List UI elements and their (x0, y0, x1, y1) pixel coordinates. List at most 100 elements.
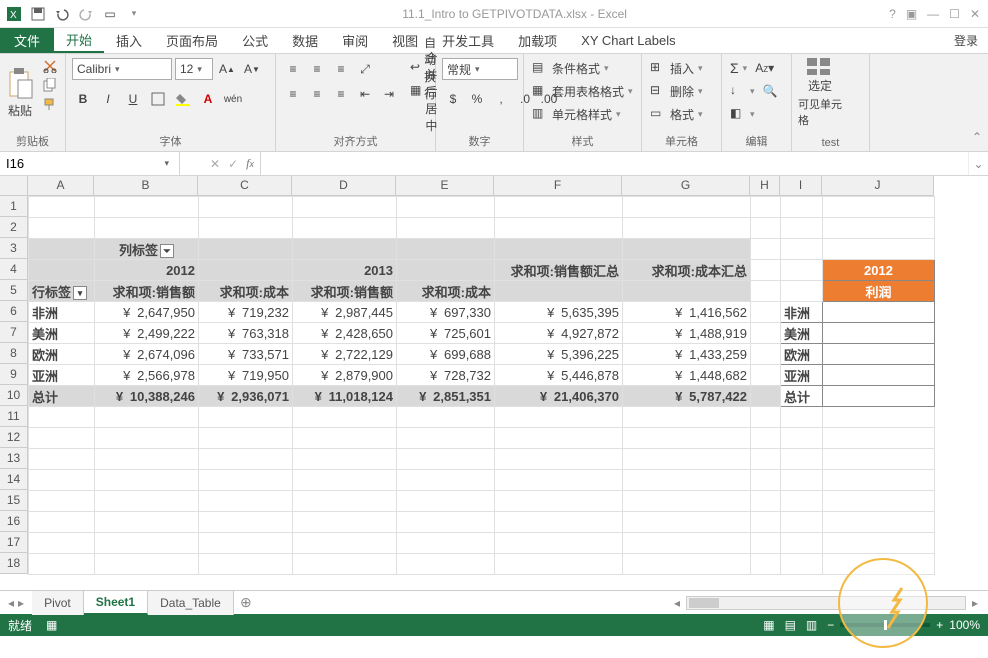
row-header-8[interactable]: 8 (0, 343, 28, 364)
underline-button[interactable]: U (122, 88, 144, 110)
row-header-10[interactable]: 10 (0, 385, 28, 406)
row-header-6[interactable]: 6 (0, 301, 28, 322)
row-header-18[interactable]: 18 (0, 553, 28, 574)
delete-cells-button[interactable]: ⊟删除▾ (648, 81, 705, 101)
zoom-thumb[interactable] (884, 620, 887, 630)
row-header-11[interactable]: 11 (0, 406, 28, 427)
minimize-icon[interactable]: — (927, 7, 939, 21)
row-header-3[interactable]: 3 (0, 238, 28, 259)
align-left-button[interactable]: ≡ (282, 83, 304, 105)
scroll-left-icon[interactable]: ◂ (674, 596, 680, 610)
grow-font-button[interactable]: A▲ (216, 58, 238, 80)
copy-icon[interactable] (41, 77, 59, 93)
percent-button[interactable]: % (466, 88, 488, 110)
shrink-font-button[interactable]: A▼ (241, 58, 263, 80)
table-format-button[interactable]: ▦套用表格格式▾ (530, 81, 635, 101)
fx-icon[interactable]: fx (246, 156, 254, 171)
name-box-input[interactable] (6, 156, 160, 171)
col-header-A[interactable]: A (28, 176, 94, 196)
border-button[interactable] (147, 88, 169, 110)
maximize-icon[interactable]: ☐ (949, 7, 960, 21)
row-header-5[interactable]: 5 (0, 280, 28, 301)
cell-style-button[interactable]: ▥单元格样式▾ (530, 104, 635, 124)
zoom-slider[interactable] (840, 623, 930, 627)
zoom-in-icon[interactable]: + (936, 618, 943, 632)
sheet-tab-datatable[interactable]: Data_Table (148, 591, 234, 615)
align-top-button[interactable]: ≡ (282, 58, 304, 80)
autosum-button[interactable]: Σ▾ AZ▾ (728, 58, 779, 78)
tab-xychart[interactable]: XY Chart Labels (569, 28, 687, 53)
col-header-D[interactable]: D (292, 176, 396, 196)
col-header-J[interactable]: J (822, 176, 934, 196)
pagelayout-view-icon[interactable]: ▤ (785, 618, 796, 632)
row-header-13[interactable]: 13 (0, 448, 28, 469)
bold-button[interactable]: B (72, 88, 94, 110)
sheet-tab-pivot[interactable]: Pivot (32, 591, 84, 615)
row-header-2[interactable]: 2 (0, 217, 28, 238)
tab-pagelayout[interactable]: 页面布局 (154, 28, 230, 53)
orientation-button[interactable]: ⤢ (354, 58, 376, 80)
scroll-right-icon[interactable]: ▸ (972, 596, 978, 610)
italic-button[interactable]: I (97, 88, 119, 110)
cut-icon[interactable] (41, 58, 59, 74)
zoom-out-icon[interactable]: − (827, 618, 834, 632)
currency-button[interactable]: $ (442, 88, 464, 110)
align-center-button[interactable]: ≡ (306, 83, 328, 105)
formula-input[interactable] (261, 152, 968, 175)
col-header-E[interactable]: E (396, 176, 494, 196)
worksheet-grid[interactable]: ABCDEFGHIJ 123456789101112131415161718 列… (0, 176, 988, 590)
row-header-4[interactable]: 4 (0, 259, 28, 280)
tab-home[interactable]: 开始 (54, 28, 104, 53)
help-icon[interactable]: ? (889, 7, 896, 21)
tab-prev-icon[interactable]: ◂ (8, 596, 14, 610)
collapse-ribbon-icon[interactable]: ⌃ (870, 54, 988, 144)
select-visible-button[interactable]: 选定 可见单元格 (798, 58, 842, 128)
row-headers[interactable]: 123456789101112131415161718 (0, 196, 28, 574)
tab-review[interactable]: 审阅 (330, 28, 380, 53)
accept-formula-icon[interactable]: ✓ (228, 157, 238, 171)
col-header-F[interactable]: F (494, 176, 622, 196)
conditional-format-button[interactable]: ▤条件格式▾ (530, 58, 635, 78)
cells-area[interactable]: 列标签⏷20122013求和项:销售额汇总求和项:成本汇总2012行标签▾求和项… (28, 196, 935, 575)
col-header-C[interactable]: C (198, 176, 292, 196)
font-name-combo[interactable]: Calibri▾ (72, 58, 172, 80)
tab-addins[interactable]: 加载项 (506, 28, 569, 53)
expand-formula-icon[interactable]: ⌄ (968, 152, 988, 175)
row-header-7[interactable]: 7 (0, 322, 28, 343)
tab-data[interactable]: 数据 (280, 28, 330, 53)
fill-button[interactable]: ↓▾ 🔍 (728, 81, 779, 101)
zoom-level[interactable]: 100% (949, 618, 980, 632)
pagebreak-view-icon[interactable]: ▥ (806, 618, 817, 632)
sheet-tab-sheet1[interactable]: Sheet1 (84, 591, 148, 615)
indent-increase-button[interactable]: ⇥ (378, 83, 400, 105)
row-header-16[interactable]: 16 (0, 511, 28, 532)
col-header-G[interactable]: G (622, 176, 750, 196)
font-size-combo[interactable]: 12▾ (175, 58, 213, 80)
phonetic-button[interactable]: wén (222, 88, 244, 110)
align-right-button[interactable]: ≡ (330, 83, 352, 105)
tab-view[interactable]: 视图 (380, 28, 430, 53)
row-header-15[interactable]: 15 (0, 490, 28, 511)
row-header-12[interactable]: 12 (0, 427, 28, 448)
number-format-combo[interactable]: 常规▾ (442, 58, 518, 80)
col-header-B[interactable]: B (94, 176, 198, 196)
font-color-button[interactable]: A (197, 88, 219, 110)
row-header-17[interactable]: 17 (0, 532, 28, 553)
login-link[interactable]: 登录 (944, 28, 988, 53)
name-box[interactable]: ▾ (0, 152, 180, 175)
redo-icon[interactable] (78, 6, 94, 22)
cancel-formula-icon[interactable]: ✕ (210, 157, 220, 171)
new-sheet-button[interactable]: ⊕ (234, 594, 258, 611)
qat-more-icon[interactable]: ▾ (126, 6, 142, 22)
insert-cells-button[interactable]: ⊞插入▾ (648, 58, 705, 78)
col-header-I[interactable]: I (780, 176, 822, 196)
row-header-14[interactable]: 14 (0, 469, 28, 490)
touch-icon[interactable]: ▭ (102, 6, 118, 22)
tab-insert[interactable]: 插入 (104, 28, 154, 53)
tab-file[interactable]: 文件 (0, 28, 54, 53)
col-filter-button[interactable]: ⏷ (160, 244, 174, 258)
ribbon-options-icon[interactable]: ▣ (906, 7, 917, 21)
column-headers[interactable]: ABCDEFGHIJ (28, 176, 934, 196)
row-filter-button[interactable]: ▾ (73, 286, 87, 300)
indent-decrease-button[interactable]: ⇤ (354, 83, 376, 105)
